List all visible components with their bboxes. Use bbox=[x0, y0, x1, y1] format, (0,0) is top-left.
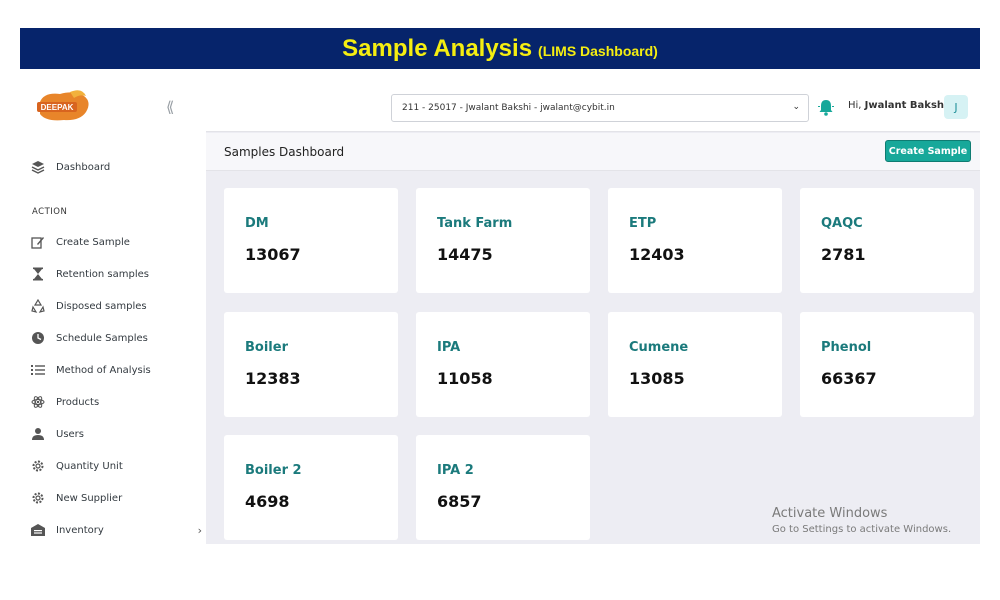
create-sample-button[interactable]: Create Sample bbox=[885, 140, 971, 162]
card-value: 12383 bbox=[245, 369, 301, 388]
sidebar-item-disposed-samples[interactable]: Disposed samples bbox=[30, 296, 200, 316]
sidebar-item-label: Dashboard bbox=[56, 161, 111, 173]
card-title: Tank Farm bbox=[437, 216, 513, 231]
card-title: Phenol bbox=[821, 340, 872, 355]
stat-card-phenol[interactable]: Phenol 66367 bbox=[800, 312, 974, 417]
card-value: 13067 bbox=[245, 245, 301, 264]
card-title: IPA bbox=[437, 340, 461, 355]
sidebar-item-label: Products bbox=[56, 396, 100, 408]
user-icon bbox=[30, 426, 46, 442]
section-label-action: ACTION bbox=[32, 207, 68, 217]
card-title: Boiler bbox=[245, 340, 288, 355]
card-title: IPA 2 bbox=[437, 463, 474, 478]
sidebar-item-label: Users bbox=[56, 428, 85, 440]
watermark-title: Activate Windows bbox=[772, 506, 888, 521]
page-banner: Sample Analysis (LIMS Dashboard) bbox=[20, 28, 980, 69]
banner-subtitle: (LIMS Dashboard) bbox=[538, 43, 658, 59]
app-window: DEEPAK ⟪ Dashboard ACTION Create Sample … bbox=[20, 82, 980, 544]
sidebar-item-label: Quantity Unit bbox=[56, 460, 123, 472]
user-name: Jwalant Bakshi bbox=[864, 100, 948, 111]
list-icon bbox=[30, 362, 46, 378]
card-value: 14475 bbox=[437, 245, 493, 264]
stat-card-tank-farm[interactable]: Tank Farm 14475 bbox=[416, 188, 590, 293]
sidebar-item-users[interactable]: Users bbox=[30, 424, 200, 444]
user-select-dropdown[interactable]: 211 - 25017 - Jwalant Bakshi - jwalant@c… bbox=[391, 94, 809, 122]
banner-title: Sample Analysis bbox=[342, 34, 533, 62]
page-header: Samples Dashboard Create Sample bbox=[206, 133, 980, 171]
user-greeting: Hi, Jwalant Bakshi bbox=[848, 100, 948, 111]
chevron-down-icon: ⌄ bbox=[792, 102, 800, 112]
top-bar: 211 - 25017 - Jwalant Bakshi - jwalant@c… bbox=[206, 82, 980, 132]
sidebar-item-label: New Supplier bbox=[56, 492, 123, 504]
stat-card-ipa-2[interactable]: IPA 2 6857 bbox=[416, 435, 590, 540]
stat-card-boiler[interactable]: Boiler 12383 bbox=[224, 312, 398, 417]
card-title: DM bbox=[245, 216, 269, 231]
sidebar-item-inventory[interactable]: Inventory › bbox=[30, 520, 202, 540]
sidebar-item-label: Disposed samples bbox=[56, 300, 147, 312]
sidebar-item-quantity-unit[interactable]: Quantity Unit bbox=[30, 456, 200, 476]
stat-card-boiler-2[interactable]: Boiler 2 4698 bbox=[224, 435, 398, 540]
card-value: 13085 bbox=[629, 369, 685, 388]
atom-icon bbox=[30, 394, 46, 410]
svg-text:DEEPAK: DEEPAK bbox=[41, 103, 74, 112]
card-value: 11058 bbox=[437, 369, 493, 388]
collapse-sidebar-icon[interactable]: ⟪ bbox=[166, 98, 174, 116]
stat-card-cumene[interactable]: Cumene 13085 bbox=[608, 312, 782, 417]
warehouse-icon bbox=[30, 522, 46, 538]
gear-icon bbox=[30, 458, 46, 474]
stat-card-qaqc[interactable]: QAQC 2781 bbox=[800, 188, 974, 293]
user-select-value: 211 - 25017 - Jwalant Bakshi - jwalant@c… bbox=[402, 103, 615, 113]
hourglass-icon bbox=[30, 266, 46, 282]
card-title: ETP bbox=[629, 216, 657, 231]
card-value: 12403 bbox=[629, 245, 685, 264]
sidebar-item-label: Retention samples bbox=[56, 268, 149, 280]
activate-windows-watermark: Activate Windows Go to Settings to activ… bbox=[772, 506, 951, 535]
sidebar-item-products[interactable]: Products bbox=[30, 392, 200, 412]
card-value: 6857 bbox=[437, 492, 482, 511]
company-logo[interactable]: DEEPAK bbox=[34, 88, 94, 124]
stat-card-dm[interactable]: DM 13067 bbox=[224, 188, 398, 293]
watermark-subtitle: Go to Settings to activate Windows. bbox=[772, 524, 952, 535]
recycle-icon bbox=[30, 298, 46, 314]
card-value: 4698 bbox=[245, 492, 290, 511]
main-content: 211 - 25017 - Jwalant Bakshi - jwalant@c… bbox=[206, 82, 980, 544]
clock-icon bbox=[30, 330, 46, 346]
sidebar-item-schedule-samples[interactable]: Schedule Samples bbox=[30, 328, 200, 348]
stat-card-ipa[interactable]: IPA 11058 bbox=[416, 312, 590, 417]
card-value: 66367 bbox=[821, 369, 877, 388]
avatar[interactable]: J bbox=[944, 95, 968, 119]
card-title: QAQC bbox=[821, 216, 863, 231]
sidebar-item-label: Create Sample bbox=[56, 236, 130, 248]
sidebar-item-dashboard[interactable]: Dashboard bbox=[30, 157, 200, 177]
gear-icon bbox=[30, 490, 46, 506]
sidebar-item-label: Schedule Samples bbox=[56, 332, 148, 344]
edit-icon bbox=[30, 234, 46, 250]
sidebar-item-label: Method of Analysis bbox=[56, 364, 151, 376]
sidebar-item-new-supplier[interactable]: New Supplier bbox=[30, 488, 200, 508]
layers-icon bbox=[30, 159, 46, 175]
card-title: Cumene bbox=[629, 340, 689, 355]
sidebar-item-label: Inventory bbox=[56, 524, 104, 536]
card-value: 2781 bbox=[821, 245, 866, 264]
sidebar: DEEPAK ⟪ Dashboard ACTION Create Sample … bbox=[20, 82, 206, 544]
sidebar-item-method-of-analysis[interactable]: Method of Analysis bbox=[30, 360, 200, 380]
card-title: Boiler 2 bbox=[245, 463, 302, 478]
page-title: Samples Dashboard bbox=[224, 145, 345, 159]
notification-bell-icon[interactable] bbox=[818, 98, 834, 116]
stat-card-etp[interactable]: ETP 12403 bbox=[608, 188, 782, 293]
sidebar-item-retention-samples[interactable]: Retention samples bbox=[30, 264, 200, 284]
sidebar-item-create-sample[interactable]: Create Sample bbox=[30, 232, 200, 252]
chevron-right-icon[interactable]: › bbox=[198, 524, 202, 537]
